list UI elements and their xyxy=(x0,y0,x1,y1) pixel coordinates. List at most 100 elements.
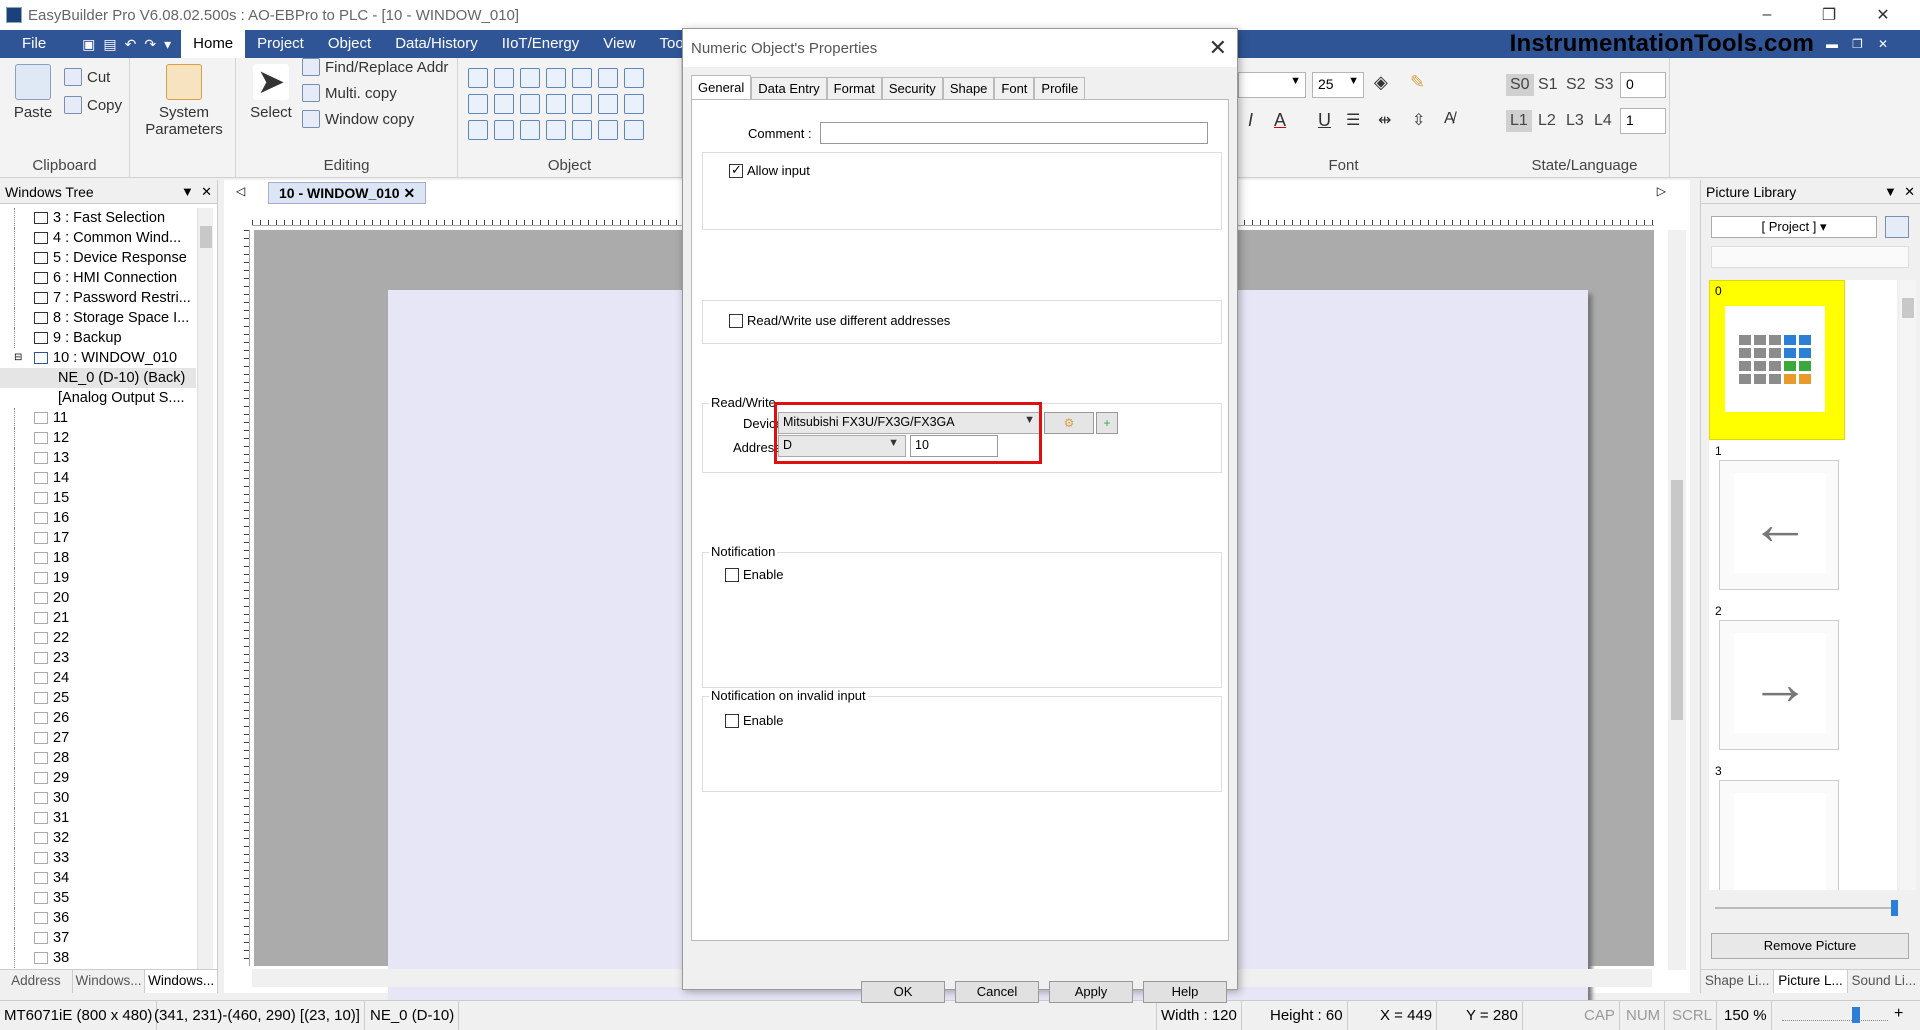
more-shapes-icon[interactable] xyxy=(624,94,644,114)
tree-item[interactable]: 26 xyxy=(0,708,196,728)
customize-icon[interactable]: ▾ xyxy=(164,36,171,53)
picture-list-scrollbar[interactable] xyxy=(1900,280,1916,890)
tree-item[interactable]: 32 xyxy=(0,828,196,848)
ellipse-icon[interactable] xyxy=(624,120,644,140)
picture-icon[interactable] xyxy=(520,120,540,140)
menu-iiot-energy[interactable]: IIoT/Energy xyxy=(490,30,592,58)
tree-item[interactable]: 22 xyxy=(0,628,196,648)
menu-object[interactable]: Object xyxy=(316,30,383,58)
ascii-icon[interactable] xyxy=(494,94,514,114)
polyline-icon[interactable] xyxy=(546,94,566,114)
text-object-icon[interactable] xyxy=(468,94,488,114)
device-settings-button[interactable]: ⚙ xyxy=(1044,412,1094,434)
copy-button[interactable]: Copy xyxy=(64,96,122,114)
tree-item[interactable]: 24 xyxy=(0,668,196,688)
language-l1[interactable]: L1 xyxy=(1506,110,1532,132)
tree-item[interactable]: 12 xyxy=(0,428,196,448)
tree-item[interactable]: 3 : Fast Selection xyxy=(0,208,196,228)
tree-item[interactable]: 37 xyxy=(0,928,196,948)
notification-enable-checkbox[interactable]: Enable xyxy=(725,567,783,582)
tab-windows-2[interactable]: Windows... xyxy=(145,970,219,993)
cut-button[interactable]: Cut xyxy=(64,68,110,86)
tree-item[interactable]: 38 xyxy=(0,948,196,968)
apply-button[interactable]: Apply xyxy=(1049,981,1133,1003)
arc-icon[interactable] xyxy=(572,94,592,114)
help-button[interactable]: Help xyxy=(1143,981,1227,1003)
tree-item[interactable]: 35 xyxy=(0,888,196,908)
tree-item[interactable]: 25 xyxy=(0,688,196,708)
ribbon-restore-icon[interactable]: ❐ xyxy=(1852,30,1863,58)
tab-security[interactable]: Security xyxy=(881,77,943,99)
tree-item[interactable]: 11 xyxy=(0,408,196,428)
tree-item[interactable]: 28 xyxy=(0,748,196,768)
pin-icon[interactable]: ▼ ✕ xyxy=(181,184,212,200)
tab-scroll-left-icon[interactable]: ◁ xyxy=(236,184,245,198)
clear-format-icon[interactable]: A̸ xyxy=(1444,110,1455,128)
tab-scroll-right-icon[interactable]: ▷ xyxy=(1657,184,1666,198)
circle-icon[interactable] xyxy=(598,94,618,114)
tab-data-entry[interactable]: Data Entry xyxy=(751,77,827,99)
library-combo[interactable]: [ Project ] ▾ xyxy=(1711,216,1877,238)
picture-item[interactable]: 2 → xyxy=(1709,600,1897,760)
function-key-icon[interactable] xyxy=(572,68,592,88)
tab-close-icon[interactable]: ✕ xyxy=(403,185,415,201)
multi-copy-button[interactable]: Multi. copy xyxy=(302,84,397,102)
library-filter[interactable] xyxy=(1711,246,1909,268)
state-s3[interactable]: S3 xyxy=(1594,76,1614,94)
ribbon-minimize-icon[interactable]: ▬ xyxy=(1826,30,1838,58)
remove-picture-button[interactable]: Remove Picture xyxy=(1711,933,1909,959)
tree-item[interactable]: 5 : Device Response xyxy=(0,248,196,268)
ribbon-close-icon[interactable]: ✕ xyxy=(1878,30,1888,58)
tree-item[interactable]: 14 xyxy=(0,468,196,488)
window-copy-button[interactable]: Window copy xyxy=(302,110,414,128)
font-color-icon[interactable]: A xyxy=(1274,110,1286,131)
toggle-switch-icon[interactable] xyxy=(520,68,540,88)
add-device-button[interactable]: + xyxy=(1096,412,1118,434)
tree-item[interactable]: 6 : HMI Connection xyxy=(0,268,196,288)
tree-subitem[interactable]: NE_0 (D-10) (Back) xyxy=(0,368,196,388)
allow-input-checkbox[interactable]: Allow input xyxy=(729,162,810,178)
save-icon[interactable]: ▣ xyxy=(82,36,95,53)
tree-item[interactable]: 33 xyxy=(0,848,196,868)
redo-icon[interactable]: ↷ xyxy=(144,36,156,53)
align-icon[interactable]: ☰ xyxy=(1346,110,1360,130)
word-lamp-icon[interactable] xyxy=(494,68,514,88)
table-icon[interactable] xyxy=(572,120,592,140)
flash-icon[interactable] xyxy=(468,120,488,140)
invalid-enable-checkbox[interactable]: Enable xyxy=(725,713,783,728)
tab-shape-library[interactable]: Shape Li... xyxy=(1701,970,1775,993)
save-all-icon[interactable]: ▤ xyxy=(103,36,116,53)
fill-color-icon[interactable]: ◈ xyxy=(1374,72,1388,93)
menu-home[interactable]: Home xyxy=(181,30,246,58)
menu-project[interactable]: Project xyxy=(245,30,316,58)
tab-profile[interactable]: Profile xyxy=(1034,77,1086,99)
tree-subitem[interactable]: [Analog Output S.... xyxy=(0,388,196,408)
zoom-slider-knob[interactable] xyxy=(1852,1007,1860,1023)
tree-item[interactable]: 15 xyxy=(0,488,196,508)
paste-button[interactable]: Paste xyxy=(8,64,58,121)
tree-item[interactable]: 30 xyxy=(0,788,196,808)
tab-picture-library[interactable]: Picture L... xyxy=(1774,970,1848,993)
zoom-in-icon[interactable]: + xyxy=(1894,1005,1903,1023)
search-icon[interactable] xyxy=(1885,216,1909,238)
tab-format[interactable]: Format xyxy=(826,77,882,99)
menu-data-history[interactable]: Data/History xyxy=(383,30,490,58)
find-replace-button[interactable]: Find/Replace Addr xyxy=(302,58,448,76)
rectangle-icon[interactable] xyxy=(546,120,566,140)
tab-sound-library[interactable]: Sound Li... xyxy=(1848,970,1920,993)
ok-button[interactable]: OK xyxy=(861,981,945,1003)
state-s1[interactable]: S1 xyxy=(1538,76,1558,94)
state-s0[interactable]: S0 xyxy=(1506,74,1534,96)
tree-item[interactable]: 13 xyxy=(0,448,196,468)
menu-file[interactable]: File xyxy=(0,30,68,58)
pin-icon[interactable]: ▼ ✕ xyxy=(1884,184,1915,200)
tab-windows-1[interactable]: Windows... xyxy=(73,970,146,993)
tree-item[interactable]: 8 : Storage Space I... xyxy=(0,308,196,328)
document-tab[interactable]: 10 - WINDOW_010 ✕ xyxy=(268,182,427,204)
tree-item[interactable]: 19 xyxy=(0,568,196,588)
tree-item[interactable]: 21 xyxy=(0,608,196,628)
paint-bucket-icon[interactable]: ✎ xyxy=(1410,72,1425,93)
picture-item[interactable]: 1 ← xyxy=(1709,440,1897,600)
tree-item[interactable]: 16 xyxy=(0,508,196,528)
tree-item[interactable]: 18 xyxy=(0,548,196,568)
